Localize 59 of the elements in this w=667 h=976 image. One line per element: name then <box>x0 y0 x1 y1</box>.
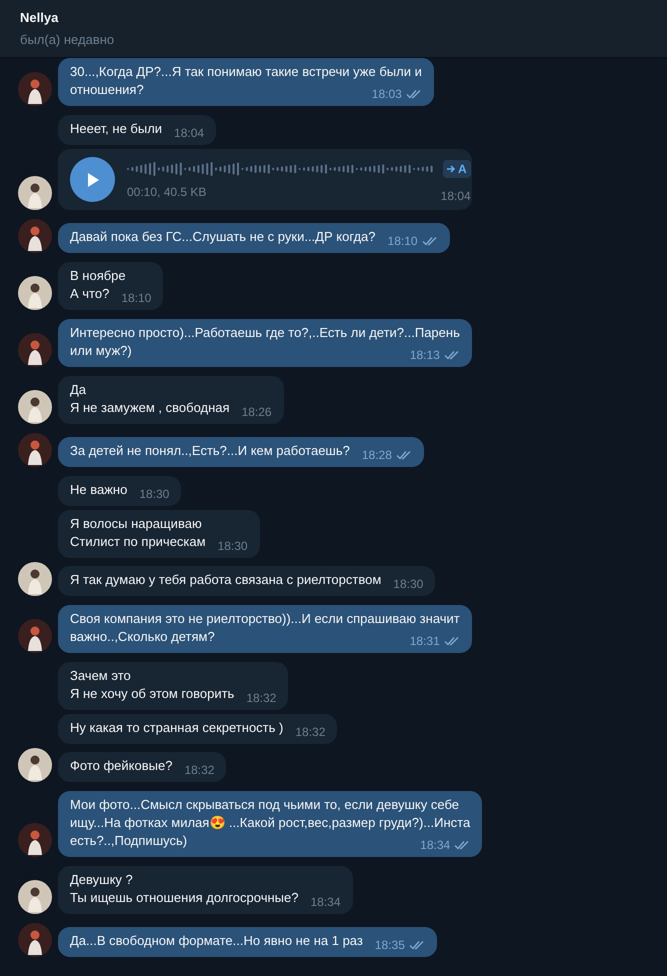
double-check-icon <box>454 840 470 850</box>
message-time: 18:32 <box>184 762 214 779</box>
message-text: Да...В свободном формате...Но явно не на 1 раз <box>70 932 363 950</box>
message-text: Нееет, не были <box>70 120 162 138</box>
message-time: 18:30 <box>139 486 170 503</box>
message-text: Ну какая то странная секретность ) <box>70 719 284 737</box>
message-text: или муж?) <box>70 342 132 360</box>
double-check-icon <box>444 636 460 646</box>
double-check-icon <box>396 450 412 460</box>
message-time: 18:31 <box>410 633 440 650</box>
arrow-icon <box>447 164 456 172</box>
message-text: Интересно просто)...Работаешь где то?,..Есть ли дети?...Парень <box>70 324 460 342</box>
message-time: 18:28 <box>362 447 392 464</box>
message-time: 18:26 <box>242 404 272 421</box>
message-time: 18:30 <box>218 538 248 555</box>
contact-status: был(а) недавно <box>20 30 116 49</box>
message-text: ищу...На фотках милая😍 ...Какой рост,вес,размер груди?)...Инста <box>70 814 470 832</box>
message-text: Фото фейковые? <box>70 757 172 775</box>
message-time: 18:32 <box>295 724 326 741</box>
message-text: Стилист по прическам <box>70 533 206 551</box>
contact-name: Nellya <box>20 9 60 27</box>
double-check-icon <box>444 350 460 360</box>
message-text: важно..,Сколько детям? <box>70 628 215 646</box>
message-text: Не важно <box>70 481 128 499</box>
double-check-icon <box>408 940 425 950</box>
message-text: Я волосы наращиваю <box>70 515 203 533</box>
message-text: А что? <box>70 285 110 303</box>
message-time: 18:04 <box>440 188 471 204</box>
message-text: Зачем это <box>70 667 132 685</box>
message-time: 18:30 <box>393 576 424 593</box>
message-text: Мои фото...Смысл скрываться под чьими то, если девушку себе <box>70 796 460 814</box>
transcribe-button[interactable]: A <box>443 160 471 178</box>
message-text: есть?..,Подпишусь) <box>70 832 188 850</box>
message-text: отношения? <box>70 81 144 99</box>
message-time: 18:10 <box>388 233 418 250</box>
play-button[interactable] <box>70 157 115 202</box>
message-time: 18:10 <box>121 290 152 307</box>
message-text: Да <box>70 381 88 399</box>
message-text: За детей не понял..,Есть?...И кем работаешь? <box>70 442 350 460</box>
message-text: Я не хочу об этом говорить <box>70 685 234 703</box>
message-text: Ты ищешь отношения долгосрочные? <box>70 889 298 907</box>
message-time: 18:32 <box>246 690 276 707</box>
message-text: Давай пока без ГС...Слушать не с руки...ДР когда? <box>70 228 376 246</box>
message-time: 18:34 <box>420 837 450 854</box>
message-time: 18:04 <box>174 125 204 142</box>
message-time: 18:34 <box>310 894 341 911</box>
message-text: В ноябре <box>70 267 127 285</box>
message-time: 18:03 <box>372 86 402 103</box>
voice-info: 00:10, 40.5 KB <box>127 184 206 200</box>
message-text: Девушку ? <box>70 871 134 889</box>
message-text: Я так думаю у тебя работа связана с риелторством <box>70 571 382 589</box>
play-icon <box>86 172 100 188</box>
double-check-icon <box>406 89 422 99</box>
double-check-icon <box>422 236 438 246</box>
message-time: 18:35 <box>374 937 405 954</box>
message-text: Я не замужем , свободная <box>70 399 230 417</box>
message-text: Своя компания это не риелторство))...И если спрашиваю значит <box>70 610 460 628</box>
message-time: 18:13 <box>410 347 440 364</box>
message-text: 30...,Когда ДР?...Я так понимаю такие встречи уже были и <box>70 63 422 81</box>
